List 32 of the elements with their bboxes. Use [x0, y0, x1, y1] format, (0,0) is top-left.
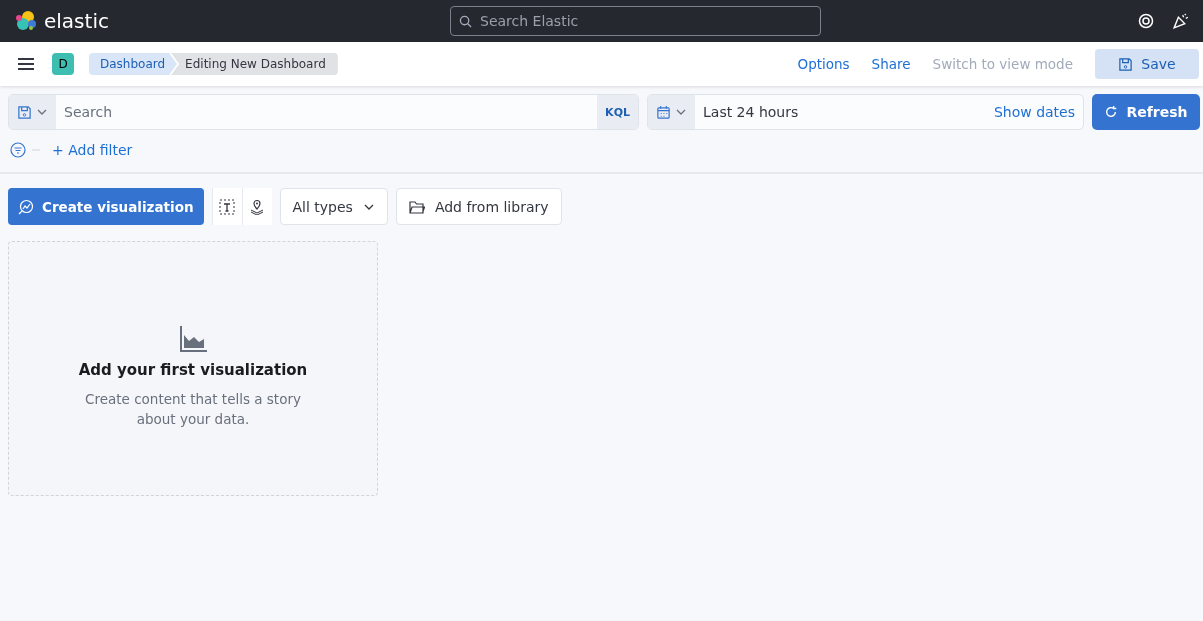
help-icon[interactable]: [1138, 13, 1154, 29]
add-from-library-button[interactable]: Add from library: [395, 188, 562, 225]
header-link[interactable]: Share: [871, 56, 911, 72]
brand-name: elastic: [44, 9, 110, 33]
text-box-icon: [219, 198, 235, 215]
date-picker-button[interactable]: [648, 95, 695, 129]
refresh-icon: [1104, 105, 1119, 119]
search-field[interactable]: Search Elastic: [450, 6, 821, 36]
all-types-dropdown[interactable]: All types: [279, 188, 388, 225]
create-visualization-button[interactable]: Create visualization: [8, 188, 204, 225]
breadcrumb[interactable]: Dashboard: [89, 53, 178, 75]
save-button[interactable]: Save: [1095, 49, 1199, 79]
map-pin-icon: [249, 198, 265, 215]
logo-icon: [14, 9, 38, 33]
floppy-disk-icon: [1118, 56, 1134, 72]
breadcrumb[interactable]: Editing New Dashboard: [171, 53, 338, 75]
panel-description: Create content that tells a story about your data.: [84, 389, 302, 429]
filter-icon[interactable]: [10, 142, 26, 158]
area-chart-icon: [179, 324, 207, 353]
menu-icon[interactable]: [18, 57, 34, 71]
panel-title: Add your first visualization: [78, 360, 308, 379]
refresh-button[interactable]: Refresh: [1092, 94, 1200, 130]
header-link[interactable]: Options: [797, 56, 850, 72]
chart-circle-icon: [18, 198, 34, 215]
space-avatar[interactable]: D: [52, 53, 74, 75]
search-icon: [459, 14, 472, 28]
calendar-icon: [656, 104, 671, 120]
show-dates-link[interactable]: Show dates: [993, 104, 1083, 120]
folder-icon: [408, 199, 425, 214]
party-popper-icon[interactable]: [1172, 12, 1189, 30]
add-filter-link[interactable]: + Add filter: [52, 142, 133, 158]
time-range[interactable]: Last 24 hours: [695, 104, 799, 120]
